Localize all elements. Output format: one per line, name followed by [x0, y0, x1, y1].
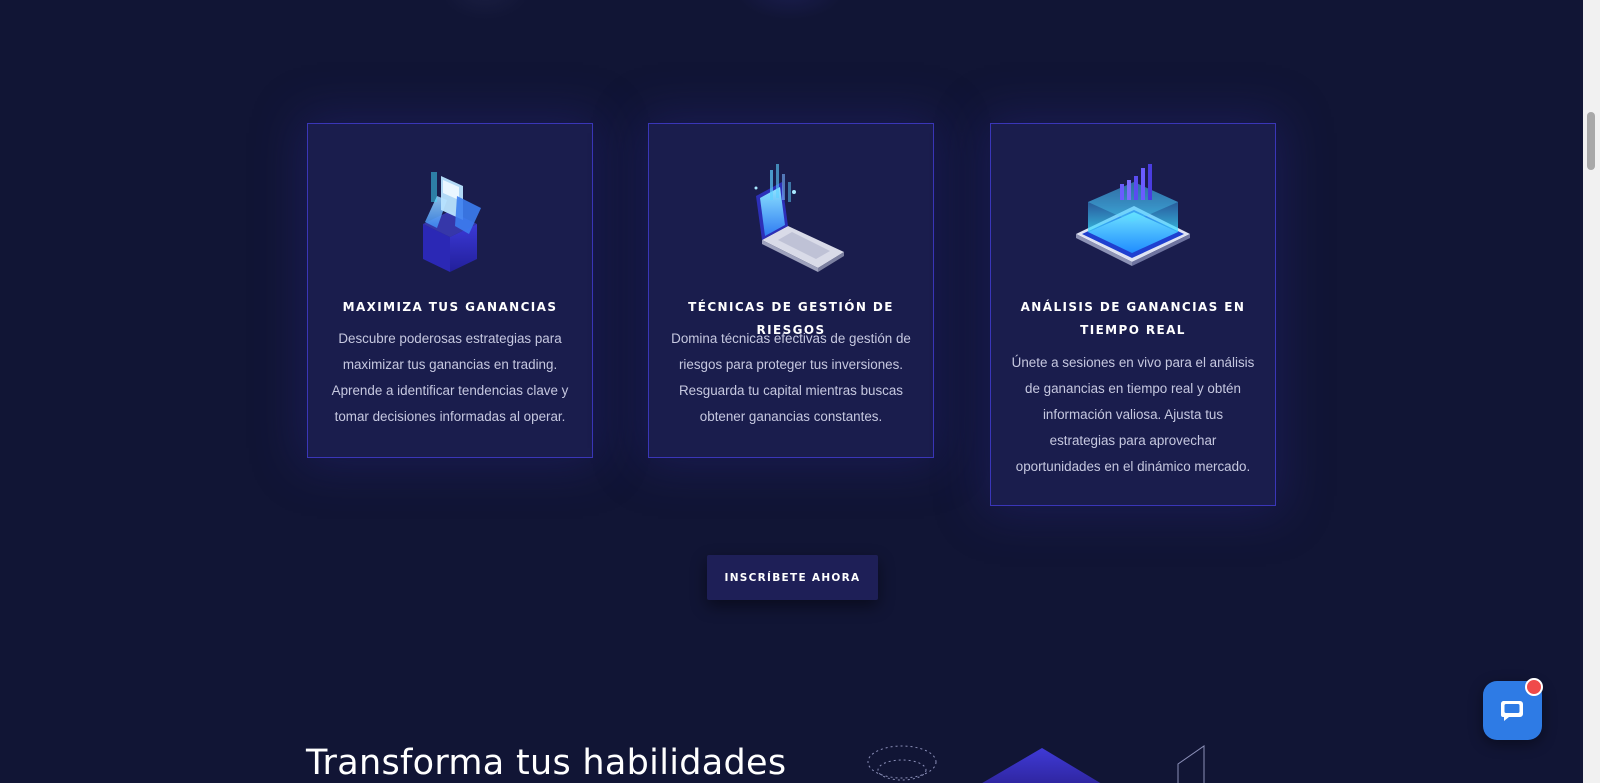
section-heading: Transforma tus habilidades [306, 743, 787, 783]
isometric-box-icon [423, 172, 481, 272]
card-title: ANÁLISIS DE GANANCIAS EN TIEMPO REAL [1020, 300, 1246, 337]
scrollbar[interactable] [1583, 0, 1600, 783]
card-description: Descubre poderosas estrategias para maxi… [331, 331, 569, 424]
chat-bubble-icon [1500, 701, 1523, 721]
feature-card-realtime-analysis: ANÁLISIS DE GANANCIAS EN TIEMPO REAL Úne… [990, 123, 1276, 506]
card-description: Únete a sesiones en vivo para el análisi… [1011, 355, 1255, 474]
isometric-illustration [867, 745, 1205, 783]
feature-card-maximize: MAXIMIZA TUS GANANCIAS Descubre poderosa… [307, 123, 593, 458]
signup-now-button[interactable]: INSCRÍBETE AHORA [707, 555, 878, 600]
card-description: Domina técnicas efectivas de gestión de … [671, 331, 911, 424]
card-title: MAXIMIZA TUS GANANCIAS [342, 300, 558, 314]
scrollbar-thumb[interactable] [1587, 112, 1595, 170]
top-decoration-right [735, 0, 845, 20]
top-decoration-left [440, 0, 530, 20]
chat-notification-badge [1525, 678, 1543, 696]
laptop-chart-icon [754, 164, 844, 272]
feature-card-risk-management: TÉCNICAS DE GESTIÓN DE RIESGOS Domina té… [648, 123, 934, 458]
page: MAXIMIZA TUS GANANCIAS Descubre poderosa… [0, 0, 1583, 783]
tablet-chart-icon [1076, 164, 1190, 266]
